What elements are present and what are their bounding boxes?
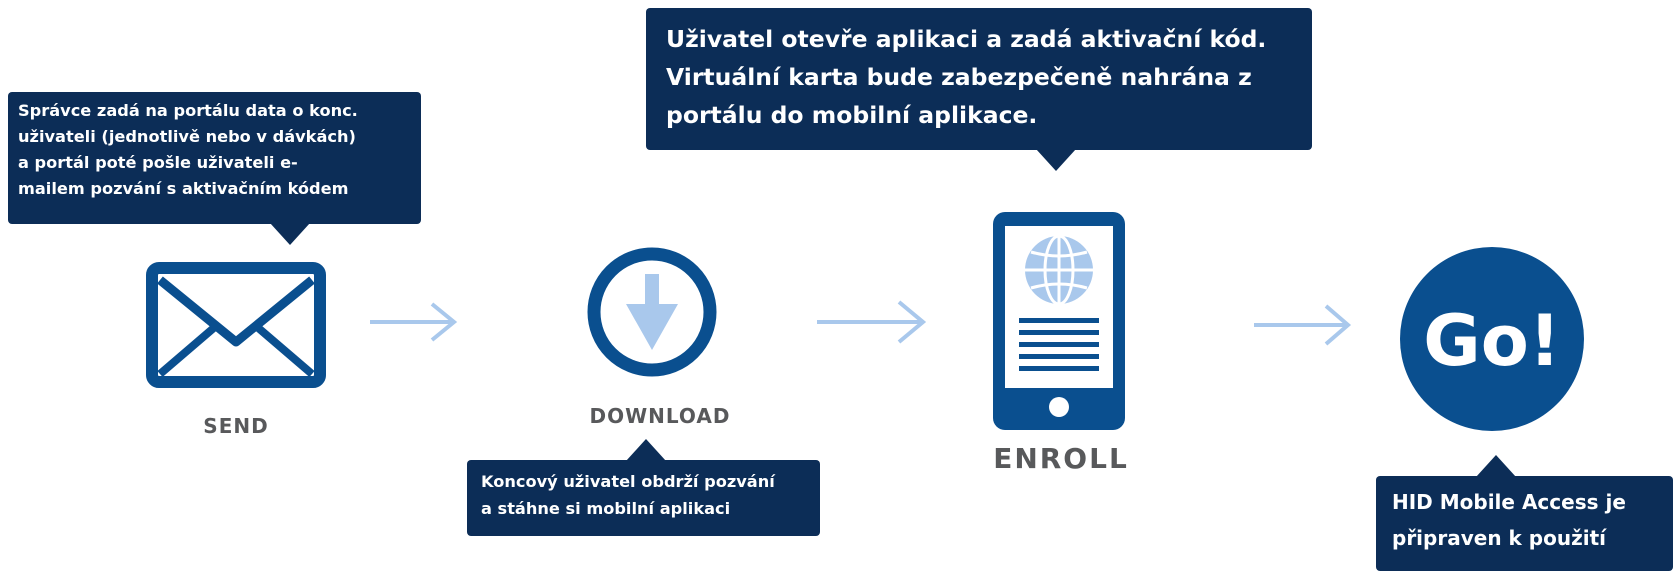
step-label-enroll: ENROLL xyxy=(993,442,1129,475)
go-circle-icon: Go! xyxy=(1400,247,1584,431)
download-callout-text: Koncový uživatel obdrží pozvání a stáhne… xyxy=(481,472,775,518)
download-callout: Koncový uživatel obdrží pozvání a stáhne… xyxy=(467,460,820,536)
globe-icon xyxy=(1025,234,1093,306)
enroll-callout: Uživatel otevře aplikaci a zadá aktivačn… xyxy=(646,8,1312,150)
enroll-callout-pointer xyxy=(1036,149,1076,171)
download-callout-pointer xyxy=(626,439,666,461)
flow-arrow-icon xyxy=(1254,304,1352,346)
go-callout-pointer xyxy=(1476,455,1516,477)
go-callout-text: HID Mobile Access je připraven k použití xyxy=(1392,490,1626,550)
send-callout-text: Správce zadá na portálu data o konc. uži… xyxy=(18,101,358,198)
envelope-icon xyxy=(146,262,326,388)
go-callout: HID Mobile Access je připraven k použití xyxy=(1376,476,1673,571)
mobile-phone-icon xyxy=(993,212,1125,430)
send-callout: Správce zadá na portálu data o konc. uži… xyxy=(8,92,421,224)
flow-arrow-icon xyxy=(817,300,927,344)
flow-arrow-icon xyxy=(370,302,458,342)
step-label-download: DOWNLOAD xyxy=(589,404,731,428)
enroll-callout-text: Uživatel otevře aplikaci a zadá aktivačn… xyxy=(666,25,1267,129)
step-label-send: SEND xyxy=(203,414,269,438)
send-callout-pointer xyxy=(270,223,310,245)
download-icon xyxy=(587,247,717,377)
go-label: Go! xyxy=(1423,300,1560,382)
